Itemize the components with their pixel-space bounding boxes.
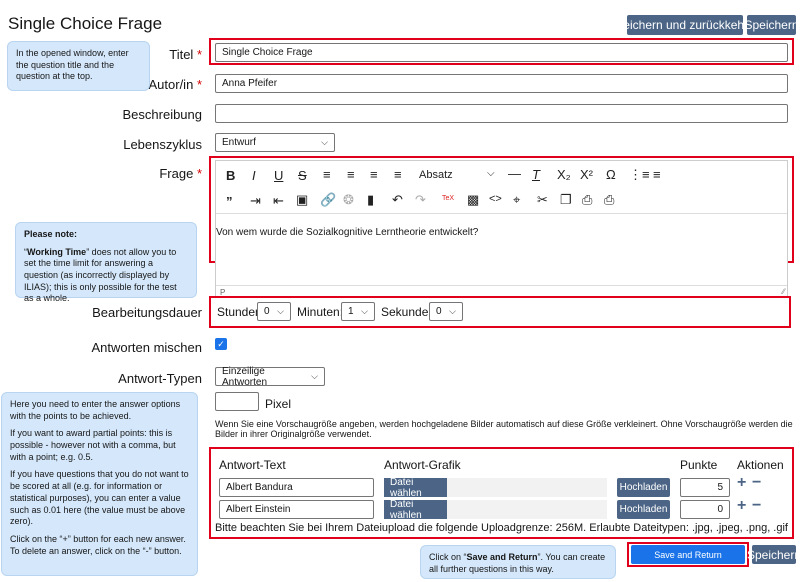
outdent-icon[interactable]: ⇤ — [273, 193, 284, 209]
working-time-note-callout: Please note: “Working Time” does not all… — [15, 222, 197, 303]
pixel-input[interactable] — [215, 392, 259, 411]
description-input[interactable] — [215, 104, 788, 123]
resize-handle-icon[interactable]: ∕∕ — [782, 287, 785, 296]
special-char-icon[interactable]: Ω — [606, 167, 616, 182]
editor-divider — [216, 213, 787, 214]
chevron-down-icon: ⌵ — [277, 306, 284, 316]
remove-answer-icon[interactable]: − — [752, 497, 761, 515]
copy-icon[interactable]: ❐ — [560, 192, 572, 208]
page-title: Single Choice Frage — [8, 14, 163, 33]
subscript-icon[interactable]: X₂ — [557, 167, 571, 182]
footer-save-and-return-button[interactable]: Save and Return — [631, 545, 745, 564]
col-actions-header: Aktionen — [737, 458, 784, 472]
choose-file-button[interactable]: Datei wählen — [384, 477, 447, 499]
link-icon[interactable]: 🔗 — [320, 192, 336, 208]
format-select[interactable]: Absatz — [419, 169, 453, 181]
source-code-icon[interactable]: <> — [489, 193, 502, 205]
answers-hint-callout: Here you need to enter the answer option… — [1, 392, 198, 576]
pixel-unit: Pixel — [265, 397, 292, 411]
hours-select[interactable]: 0 ⌵ — [257, 302, 291, 321]
strikethrough-icon[interactable]: S — [298, 168, 307, 183]
shuffle-checkbox[interactable]: ✓ — [215, 338, 227, 350]
editor-content[interactable]: Von wem wurde die Sozialkognitive Lernth… — [216, 227, 478, 238]
choose-file-button[interactable]: Datei wählen — [384, 499, 447, 521]
file-name-display — [447, 478, 607, 497]
upload-button[interactable]: Hochladen — [617, 478, 670, 497]
chevron-down-icon: ⌵ — [321, 137, 328, 147]
lifecycle-label: Lebenszyklus — [123, 137, 202, 152]
points-input[interactable]: 0 — [680, 500, 730, 519]
answer-types-select[interactable]: Einzeilige Antworten ⌵ — [215, 366, 325, 388]
numbered-list-icon[interactable]: ≡ — [653, 167, 661, 182]
col-image-header: Antwort-Grafik — [384, 458, 461, 472]
note-body: “Working Time” does not allow you to set… — [24, 246, 177, 304]
align-left-icon[interactable]: ≡ — [323, 167, 331, 182]
indent-icon[interactable]: ⇥ — [250, 193, 261, 209]
superscript-icon[interactable]: X² — [580, 167, 593, 182]
preview-info-text: Wenn Sie eine Vorschaugröße angeben, wer… — [215, 419, 793, 439]
title-hint-callout: In the opened window, enter the question… — [7, 41, 150, 91]
align-center-icon[interactable]: ≡ — [347, 167, 355, 182]
col-text-header: Antwort-Text — [219, 458, 286, 472]
cut-icon[interactable]: ✂ — [537, 192, 548, 208]
chevron-down-icon: ⌵ — [449, 306, 456, 316]
question-editor[interactable]: B I U S ≡ ≡ ≡ ≡ Absatz ⌵ — T X₂ X² Ω ⋮≡ … — [215, 160, 788, 298]
save-button[interactable]: Speichern — [744, 15, 799, 35]
answer-text-input[interactable]: Albert Einstein — [219, 500, 374, 519]
answer-types-label: Antwort-Typen — [118, 371, 202, 386]
bullet-list-icon[interactable]: ⋮≡ — [629, 167, 650, 183]
italic-icon[interactable]: I — [252, 168, 256, 183]
redo-icon[interactable]: ↷ — [415, 192, 426, 208]
editor-status-divider — [216, 285, 787, 286]
note-heading: Please note: — [24, 229, 78, 239]
save-hint-callout: Click on “Save and Return”. You can crea… — [420, 545, 616, 579]
upload-note: Bitte beachten Sie bei Ihrem Dateiupload… — [215, 522, 788, 534]
save-and-return-button[interactable]: Speichern und zurückkehren — [609, 15, 761, 35]
shuffle-label: Antworten mischen — [91, 340, 202, 355]
remove-answer-icon[interactable]: − — [752, 474, 761, 492]
col-points-header: Punkte — [680, 458, 718, 472]
horizontal-line-icon[interactable]: — — [508, 166, 521, 181]
clear-format-icon[interactable]: T — [532, 167, 540, 182]
chevron-down-icon[interactable]: ⌵ — [487, 168, 495, 179]
add-answer-icon[interactable]: + — [737, 474, 746, 492]
file-name-display — [447, 500, 607, 519]
question-label: Frage * — [159, 166, 202, 181]
seconds-select[interactable]: 0 ⌵ — [429, 302, 463, 321]
description-label: Beschreibung — [122, 107, 203, 122]
add-answer-icon[interactable]: + — [737, 497, 746, 515]
blockquote-icon[interactable]: ” — [226, 194, 233, 209]
chevron-down-icon: ⌵ — [311, 371, 318, 381]
footer-save-button[interactable]: Speichern — [747, 545, 800, 564]
author-input[interactable]: Anna Pfeifer — [215, 74, 788, 93]
undo-icon[interactable]: ↶ — [392, 192, 403, 208]
minutes-label: Minuten: — [297, 305, 344, 319]
underline-icon[interactable]: U — [274, 168, 283, 183]
paste-icon[interactable]: ⎙ — [582, 192, 592, 208]
answer-text-input[interactable]: Albert Bandura — [219, 478, 374, 497]
chevron-down-icon: ⌵ — [361, 306, 368, 316]
upload-button[interactable]: Hochladen — [617, 500, 670, 519]
points-input[interactable]: 5 — [680, 478, 730, 497]
tex-icon[interactable]: TeX — [442, 195, 454, 202]
fullscreen-icon[interactable]: ⌖ — [513, 192, 520, 208]
lifecycle-select[interactable]: Entwurf ⌵ — [215, 133, 335, 152]
image-icon[interactable]: ▣ — [296, 192, 308, 208]
bookmark-icon[interactable]: ▮ — [367, 192, 374, 208]
unlink-icon[interactable]: ❂ — [343, 192, 354, 208]
align-right-icon[interactable]: ≡ — [370, 167, 378, 182]
minutes-select[interactable]: 1 ⌵ — [341, 302, 375, 321]
working-time-label: Bearbeitungsdauer — [92, 305, 202, 320]
media-icon[interactable]: ▩ — [467, 192, 479, 208]
align-justify-icon[interactable]: ≡ — [394, 167, 402, 182]
paste-text-icon[interactable]: ⎙ — [604, 192, 614, 208]
title-input[interactable]: Single Choice Frage — [215, 43, 788, 62]
bold-icon[interactable]: B — [226, 168, 235, 183]
